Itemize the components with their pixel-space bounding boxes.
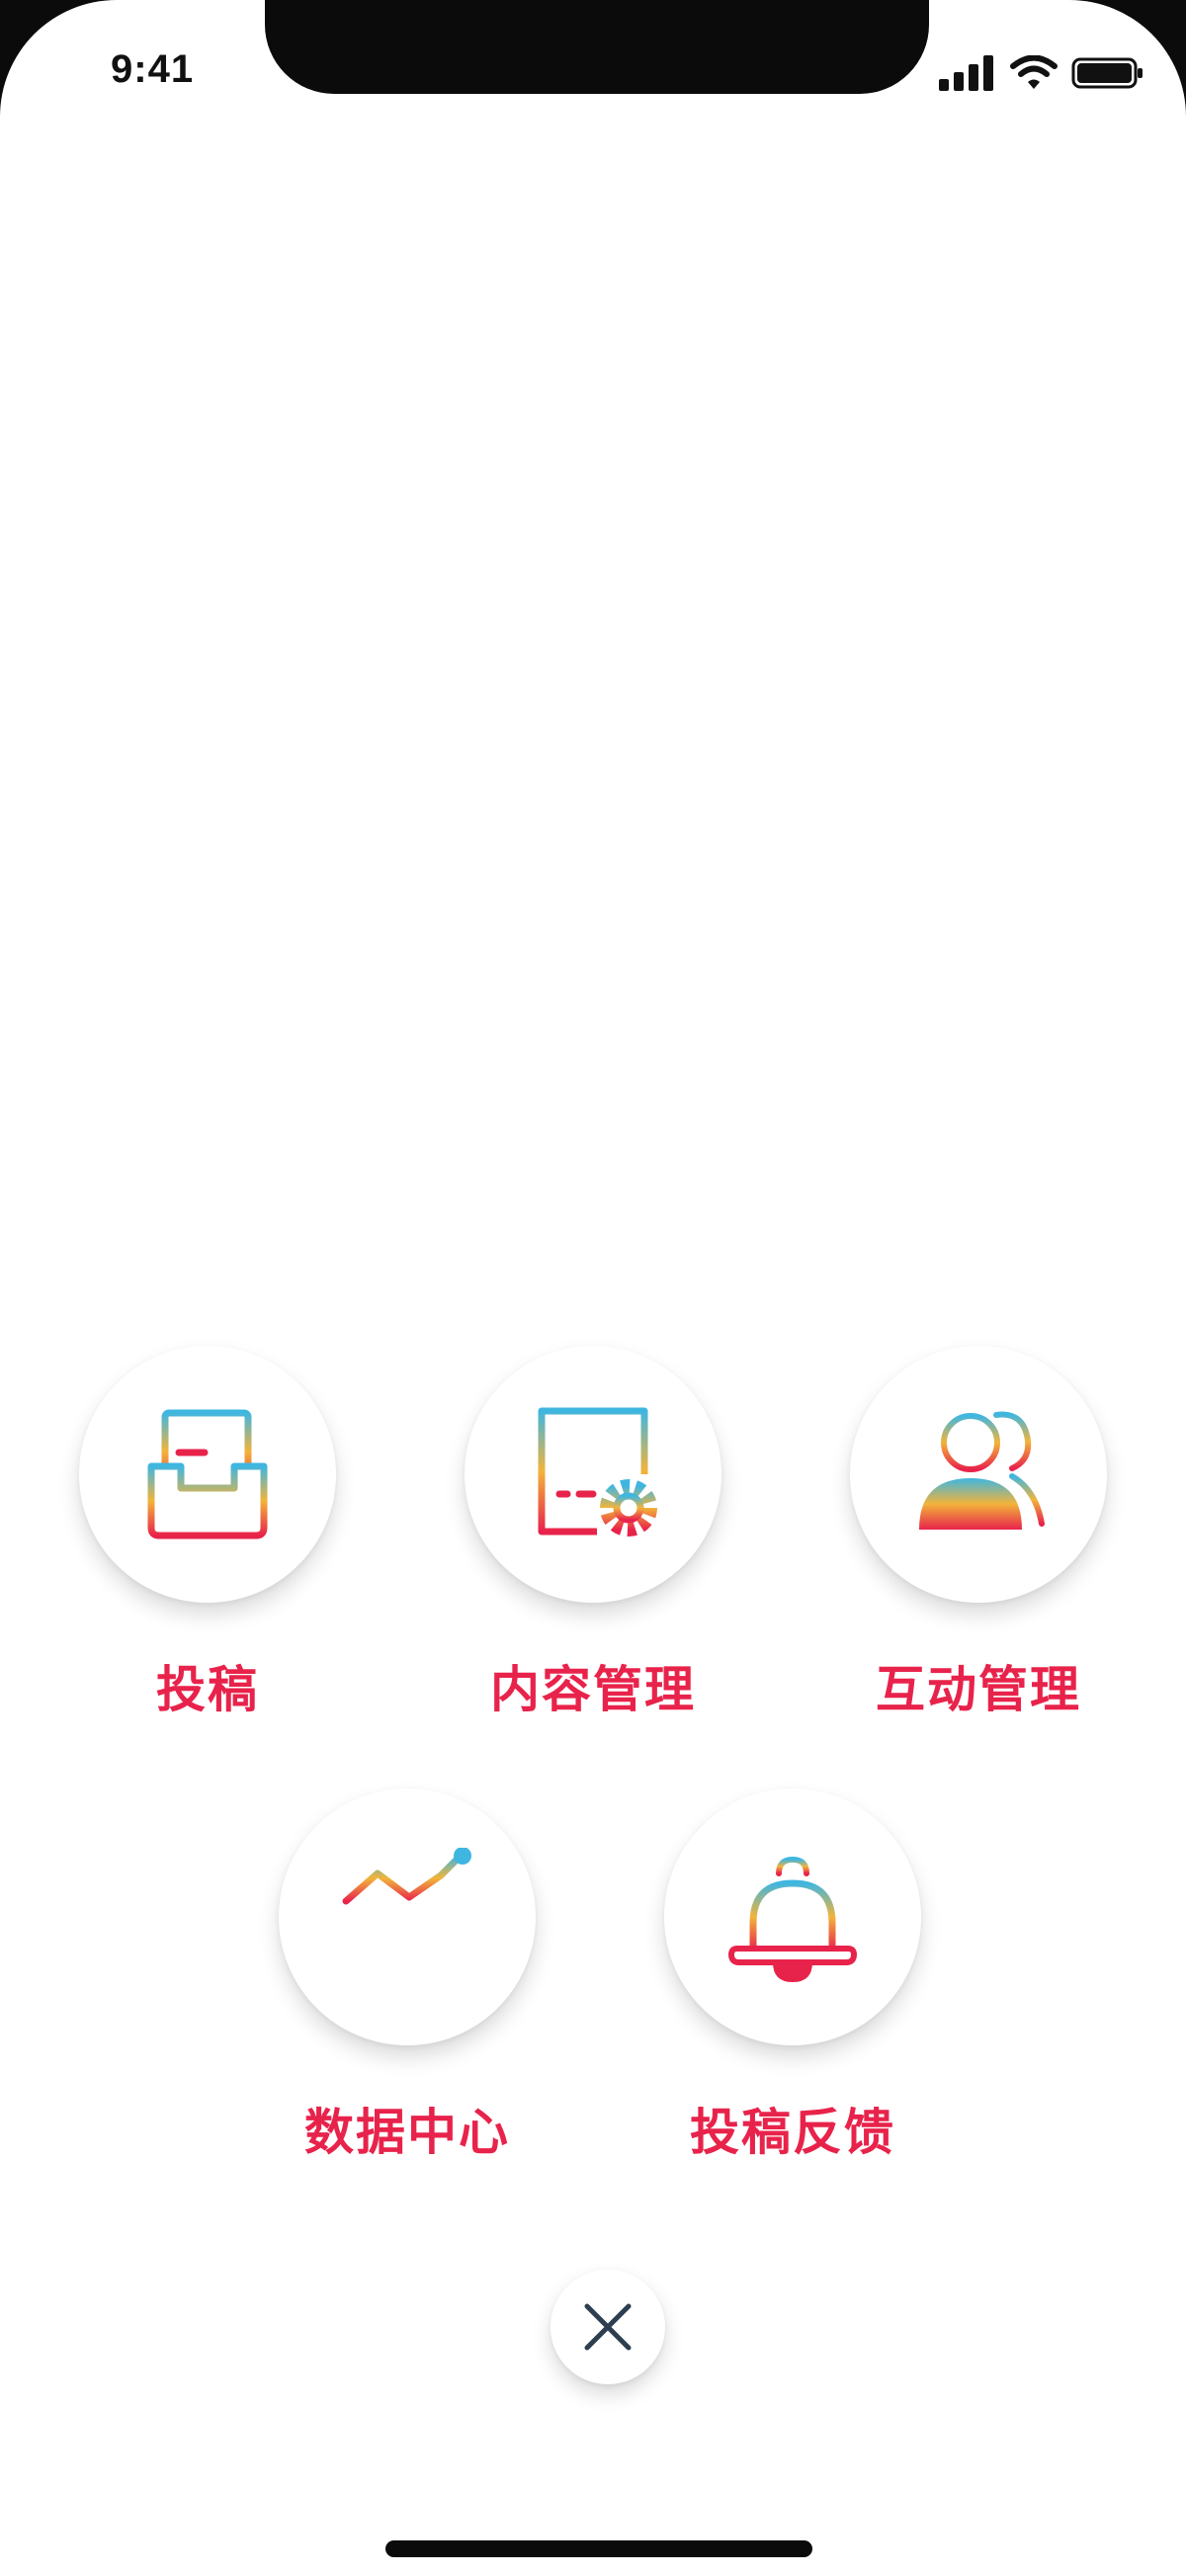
signal-icon xyxy=(939,55,993,91)
bell-icon xyxy=(727,1856,858,1982)
menu-item-label: 数据中心 xyxy=(304,2104,510,2161)
battery-icon xyxy=(1071,57,1143,89)
bar-chart-icon xyxy=(342,1848,471,1980)
close-button[interactable] xyxy=(551,2270,665,2384)
menu-item-interaction-management[interactable]: 互动管理 xyxy=(845,1346,1112,1731)
menu-item-label: 互动管理 xyxy=(876,1661,1081,1718)
menu-item-circle[interactable] xyxy=(664,1788,921,2045)
status-icons xyxy=(939,53,1144,93)
home-indicator[interactable] xyxy=(385,2540,812,2557)
wifi-icon xyxy=(1010,55,1058,89)
menu-item-submission-feedback[interactable]: 投稿反馈 xyxy=(659,1788,926,2174)
menu-item-circle[interactable] xyxy=(465,1346,721,1603)
menu-item-label: 投稿 xyxy=(156,1661,259,1718)
menu-item-circle[interactable] xyxy=(79,1346,336,1603)
phone-screen: 9:41 投稿 内容管理 互动管理 数据中心 投稿反馈 xyxy=(0,0,1186,2576)
menu-item-submit[interactable]: 投稿 xyxy=(74,1346,341,1731)
close-icon xyxy=(584,2303,632,2351)
inbox-tray-icon xyxy=(147,1409,268,1539)
notch xyxy=(265,0,929,94)
status-time: 9:41 xyxy=(111,47,195,91)
menu-item-label: 内容管理 xyxy=(490,1661,696,1718)
document-settings-icon xyxy=(538,1407,657,1537)
menu-item-circle[interactable] xyxy=(279,1788,536,2045)
menu-item-data-center[interactable]: 数据中心 xyxy=(274,1788,541,2174)
menu-item-content-management[interactable]: 内容管理 xyxy=(460,1346,726,1731)
menu-item-circle[interactable] xyxy=(850,1346,1107,1603)
menu-item-label: 投稿反馈 xyxy=(690,2104,895,2161)
users-icon xyxy=(919,1411,1045,1530)
